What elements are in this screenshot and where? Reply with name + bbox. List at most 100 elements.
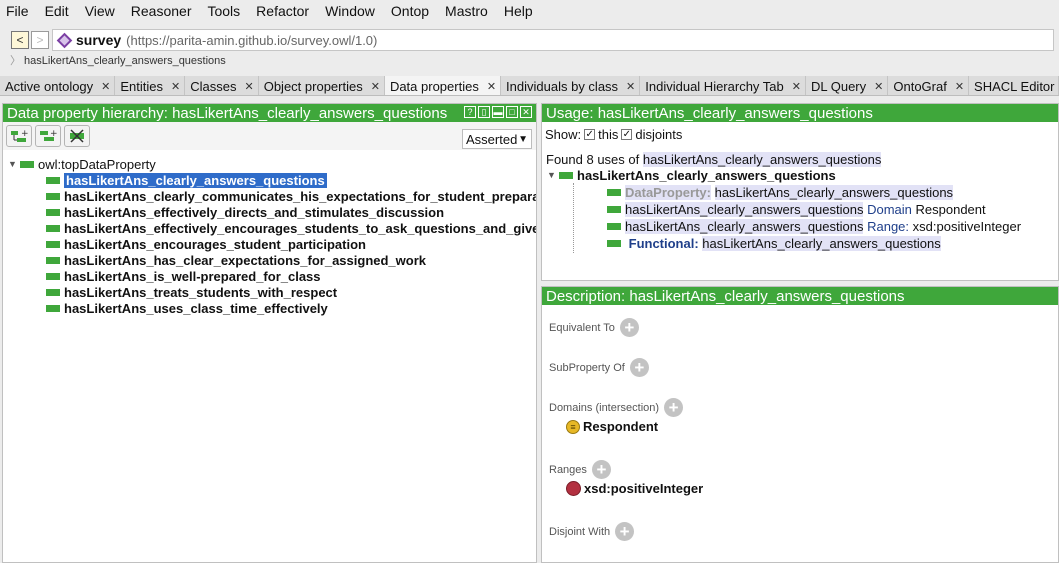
domain-item[interactable]: ≡ Respondent: [566, 419, 658, 434]
panel-title: Data property hierarchy: hasLikertAns_cl…: [3, 104, 536, 122]
section-label: Disjoint With: [549, 525, 611, 538]
breadcrumb-item[interactable]: hasLikertAns_clearly_answers_questions: [24, 55, 226, 67]
usage-tail: Respondent: [915, 201, 986, 217]
help-icon[interactable]: ?: [464, 106, 476, 118]
section-label: Domains (intersection): [549, 401, 660, 414]
add-domain-button[interactable]: +: [664, 398, 684, 417]
usage-tree-root[interactable]: ▼ hasLikertAns_clearly_answers_questions: [547, 167, 836, 183]
tree-item-label: hasLikertAns_clearly_communicates_his_ex…: [64, 188, 537, 204]
domain-item-label: Respondent: [583, 419, 659, 434]
menu-mastro[interactable]: Mastro: [445, 3, 488, 19]
tab-label: Entities: [120, 78, 164, 94]
tab-label: DL Query: [810, 78, 867, 94]
menu-help[interactable]: Help: [504, 3, 533, 19]
show-disjoints-checkbox[interactable]: ✓: [621, 129, 633, 140]
panel-title-text: Usage: hasLikertAns_clearly_answers_ques…: [546, 104, 873, 122]
svg-text:+: +: [50, 129, 58, 139]
tab-individual-hierarchy[interactable]: Individual Hierarchy Tab ✕: [640, 76, 806, 95]
tab-dl-query[interactable]: DL Query ✕: [805, 76, 889, 95]
menu-refactor[interactable]: Refactor: [256, 3, 309, 19]
tree-item[interactable]: hasLikertAns_treats_students_with_respec…: [46, 284, 337, 300]
expand-triangle-icon[interactable]: ▼: [8, 159, 20, 169]
tree-item[interactable]: hasLikertAns_is_well-prepared_for_class: [46, 268, 321, 284]
usage-row[interactable]: hasLikertAns_clearly_answers_questions D…: [607, 201, 986, 217]
menu-edit[interactable]: Edit: [45, 3, 69, 19]
data-property-icon: [46, 240, 60, 248]
add-range-button[interactable]: +: [591, 460, 611, 479]
close-icon[interactable]: ✕: [371, 80, 380, 93]
delete-icon: [70, 129, 84, 143]
data-property-icon: [46, 288, 60, 296]
usage-root-label: hasLikertAns_clearly_answers_questions: [577, 167, 836, 183]
menu-view[interactable]: View: [85, 3, 115, 19]
usage-tail: xsd:positiveInteger: [912, 218, 1022, 234]
back-button[interactable]: <: [11, 31, 29, 49]
close-icon[interactable]: ✕: [245, 80, 254, 93]
show-disjoints-label: disjoints: [635, 127, 683, 142]
delete-property-button[interactable]: [64, 125, 90, 147]
data-property-icon: [20, 160, 34, 168]
tree-item-label: hasLikertAns_uses_class_time_effectively: [64, 300, 328, 316]
close-icon[interactable]: ✕: [101, 80, 110, 93]
minimize-icon[interactable]: ▬: [492, 106, 504, 118]
close-icon[interactable]: ✕: [955, 80, 964, 93]
range-item-label: xsd:positiveInteger: [584, 481, 704, 496]
add-sibling-property-button[interactable]: +: [35, 125, 61, 147]
tree-item[interactable]: hasLikertAns_uses_class_time_effectively: [46, 300, 328, 316]
close-icon[interactable]: ✕: [520, 106, 532, 118]
tree-item[interactable]: hasLikertAns_effectively_directs_and_sti…: [46, 204, 444, 220]
menu-window[interactable]: Window: [325, 3, 375, 19]
add-sibling-icon: +: [40, 129, 58, 141]
property-tree: ▼ owl:topDataProperty hasLikertAns_clear…: [3, 154, 536, 562]
tree-item[interactable]: hasLikertAns_has_clear_expectations_for_…: [46, 252, 426, 268]
tree-item[interactable]: hasLikertAns_clearly_answers_questions: [46, 172, 327, 188]
breadcrumb: 〉 hasLikertAns_clearly_answers_questions: [10, 52, 226, 68]
tab-individuals-by-class[interactable]: Individuals by class ✕: [501, 76, 641, 95]
usage-value: hasLikertAns_clearly_answers_questions: [625, 201, 864, 217]
add-disjoint-button[interactable]: +: [615, 522, 635, 541]
add-subproperty-button[interactable]: +: [6, 125, 32, 147]
usage-row[interactable]: Functional: hasLikertAns_clearly_answers…: [607, 235, 941, 251]
data-property-icon: [607, 222, 621, 230]
menu-file[interactable]: File: [6, 3, 29, 19]
tab-data-properties[interactable]: Data properties ✕: [384, 76, 502, 95]
panel-title-text: Description: hasLikertAns_clearly_answer…: [546, 287, 905, 305]
split-icon[interactable]: ▯: [478, 106, 490, 118]
usage-keyword: DataProperty:: [625, 184, 711, 200]
ontology-iri: (https://parita-amin.github.io/survey.ow…: [126, 32, 378, 48]
tree-root[interactable]: ▼ owl:topDataProperty: [8, 156, 156, 172]
expand-triangle-icon[interactable]: ▼: [547, 170, 559, 180]
tab-shacl-editor[interactable]: SHACL Editor: [969, 76, 1059, 95]
close-icon[interactable]: ✕: [626, 80, 635, 93]
tab-object-properties[interactable]: Object properties ✕: [258, 76, 385, 95]
tab-label: Object properties: [263, 78, 363, 94]
hierarchy-mode-select[interactable]: Asserted ▼: [462, 129, 532, 149]
close-icon[interactable]: ✕: [874, 80, 883, 93]
tree-item[interactable]: hasLikertAns_clearly_communicates_his_ex…: [46, 188, 537, 204]
add-subproperty-of-button[interactable]: +: [629, 358, 649, 377]
menu-reasoner[interactable]: Reasoner: [131, 3, 192, 19]
usage-row[interactable]: DataProperty: hasLikertAns_clearly_answe…: [607, 184, 954, 200]
show-this-checkbox[interactable]: ✓: [584, 129, 596, 140]
add-equivalent-button[interactable]: +: [619, 318, 639, 337]
close-icon[interactable]: ✕: [487, 80, 496, 93]
tree-item[interactable]: hasLikertAns_effectively_encourages_stud…: [46, 220, 536, 236]
tab-active-ontology[interactable]: Active ontology ✕: [0, 76, 116, 95]
tab-ontograf[interactable]: OntoGraf ✕: [888, 76, 970, 95]
close-icon[interactable]: ✕: [171, 80, 180, 93]
tab-entities[interactable]: Entities ✕: [115, 76, 186, 95]
close-icon[interactable]: ✕: [792, 80, 801, 93]
tree-item[interactable]: hasLikertAns_encourages_student_particip…: [46, 236, 366, 252]
menu-tools[interactable]: Tools: [207, 3, 240, 19]
maximize-icon[interactable]: □: [506, 106, 518, 118]
domains-section: Domains (intersection) +: [549, 398, 684, 417]
tab-label: SHACL Editor: [974, 78, 1055, 94]
tab-classes[interactable]: Classes ✕: [185, 76, 259, 95]
range-item[interactable]: xsd:positiveInteger: [566, 481, 703, 496]
address-bar: < > survey (https://parita-amin.github.i…: [0, 29, 1059, 51]
menu-ontop[interactable]: Ontop: [391, 3, 429, 19]
data-property-icon: [46, 208, 60, 216]
usage-row[interactable]: hasLikertAns_clearly_answers_questions R…: [607, 218, 1021, 234]
forward-button[interactable]: >: [31, 31, 49, 49]
ontology-address-field[interactable]: survey (https://parita-amin.github.io/su…: [52, 29, 1054, 51]
